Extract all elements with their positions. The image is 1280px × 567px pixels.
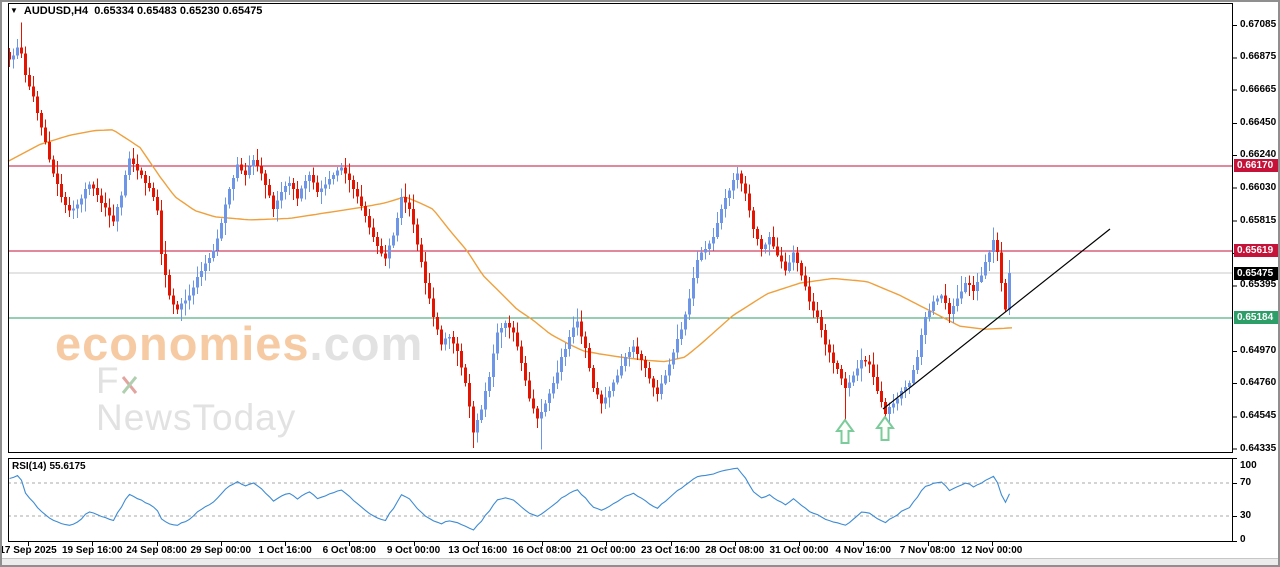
rsi-line [10, 468, 1010, 530]
price-tick-label: 0.65395 [1240, 279, 1276, 291]
symbol-title: ▼ AUDUSD,H4 0.65334 0.65483 0.65230 0.654… [10, 5, 262, 17]
rsi-tick-label: 0 [1240, 534, 1246, 546]
chevron-down-icon[interactable]: ▼ [10, 6, 18, 15]
window-bottom-strip [0, 558, 1280, 567]
price-tick-label: 0.66030 [1240, 182, 1276, 194]
price-tick-label: 0.64545 [1240, 410, 1276, 422]
rsi-value: 55.6175 [49, 461, 85, 472]
price-tick-label: 0.64760 [1240, 377, 1276, 389]
resistance-price-flag: 0.66170 [1234, 159, 1279, 172]
up-arrow-signal-icon[interactable] [837, 420, 853, 443]
support-price-flag: 0.65184 [1234, 311, 1279, 324]
price-tick-label: 0.66875 [1240, 51, 1276, 63]
price-tick-label: 0.64970 [1240, 345, 1276, 357]
up-arrow-signal-icon[interactable] [877, 417, 893, 440]
price-tick-label: 0.66450 [1240, 117, 1276, 129]
ascending-trendline[interactable] [883, 229, 1110, 409]
rsi-tick-label: 100 [1240, 460, 1257, 472]
candles-group[interactable] [8, 23, 1011, 450]
time-tick-label: 12 Nov 00:00 [950, 545, 1034, 557]
chart-canvas[interactable] [0, 0, 1280, 567]
chart-window: economies.com FNewsToday ▼AUDUSD,H4 0.65… [0, 0, 1280, 567]
current-price-flag: 0.65475 [1234, 267, 1279, 280]
price-tick-label: 0.65815 [1240, 215, 1276, 227]
rsi-tick-label: 30 [1240, 510, 1251, 522]
price-tick-label: 0.67085 [1240, 19, 1276, 31]
price-tick-label: 0.66665 [1240, 84, 1276, 96]
price-tick-label: 0.64335 [1240, 443, 1276, 455]
rsi-tick-label: 70 [1240, 477, 1251, 489]
symbol-ohlc-text: AUDUSD,H4 0.65334 0.65483 0.65230 0.6547… [24, 5, 263, 17]
main-pane-border [9, 4, 1233, 453]
resistance-price-flag: 0.65619 [1234, 244, 1279, 257]
rsi-indicator-label: RSI(14)55.6175 [12, 461, 89, 472]
rsi-name: RSI(14) [12, 461, 46, 472]
